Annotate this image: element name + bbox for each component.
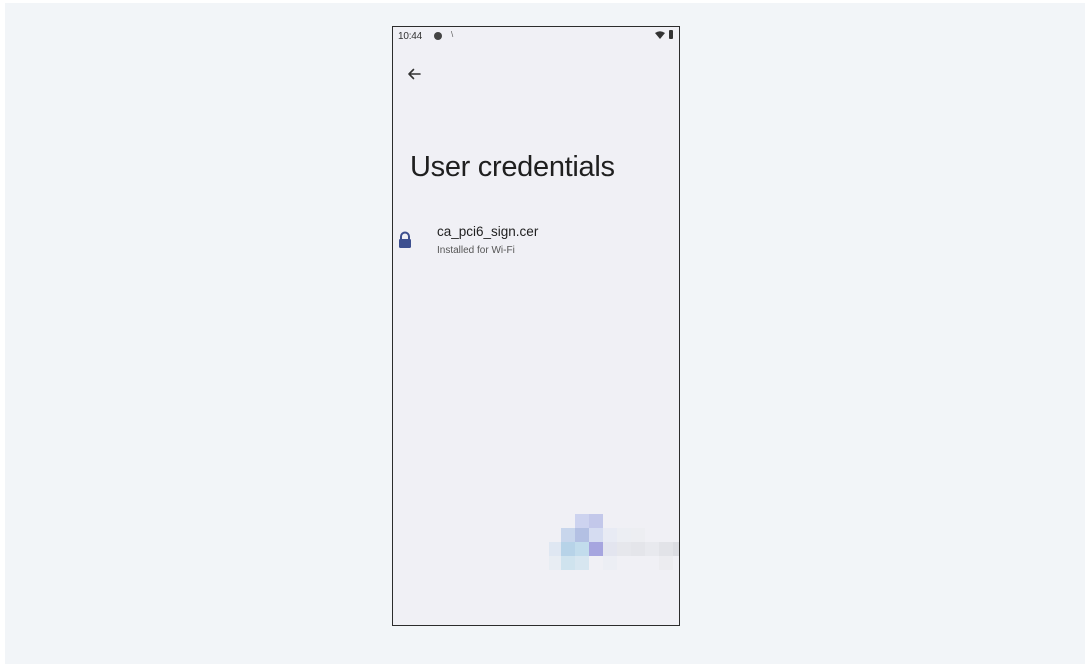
credential-item[interactable]: ca_pci6_sign.cer Installed for Wi-Fi (393, 219, 679, 263)
credential-subtitle: Installed for Wi-Fi (437, 245, 515, 256)
status-bar: 10:44 \ (393, 27, 679, 47)
notification-dot-icon (434, 32, 442, 40)
lock-icon (399, 231, 411, 248)
credential-name: ca_pci6_sign.cer (437, 224, 539, 239)
back-button[interactable] (401, 61, 427, 87)
redacted-pixelated-area (549, 514, 679, 584)
page-title: User credentials (410, 151, 615, 183)
wifi-icon (655, 31, 665, 39)
phone-screen: 10:44 \ User credentials ca_pci6_sign.ce… (392, 26, 680, 626)
network-indicator-icon: \ (451, 30, 454, 39)
arrow-left-icon (408, 68, 421, 80)
battery-icon (669, 30, 673, 39)
status-time: 10:44 (398, 31, 423, 42)
